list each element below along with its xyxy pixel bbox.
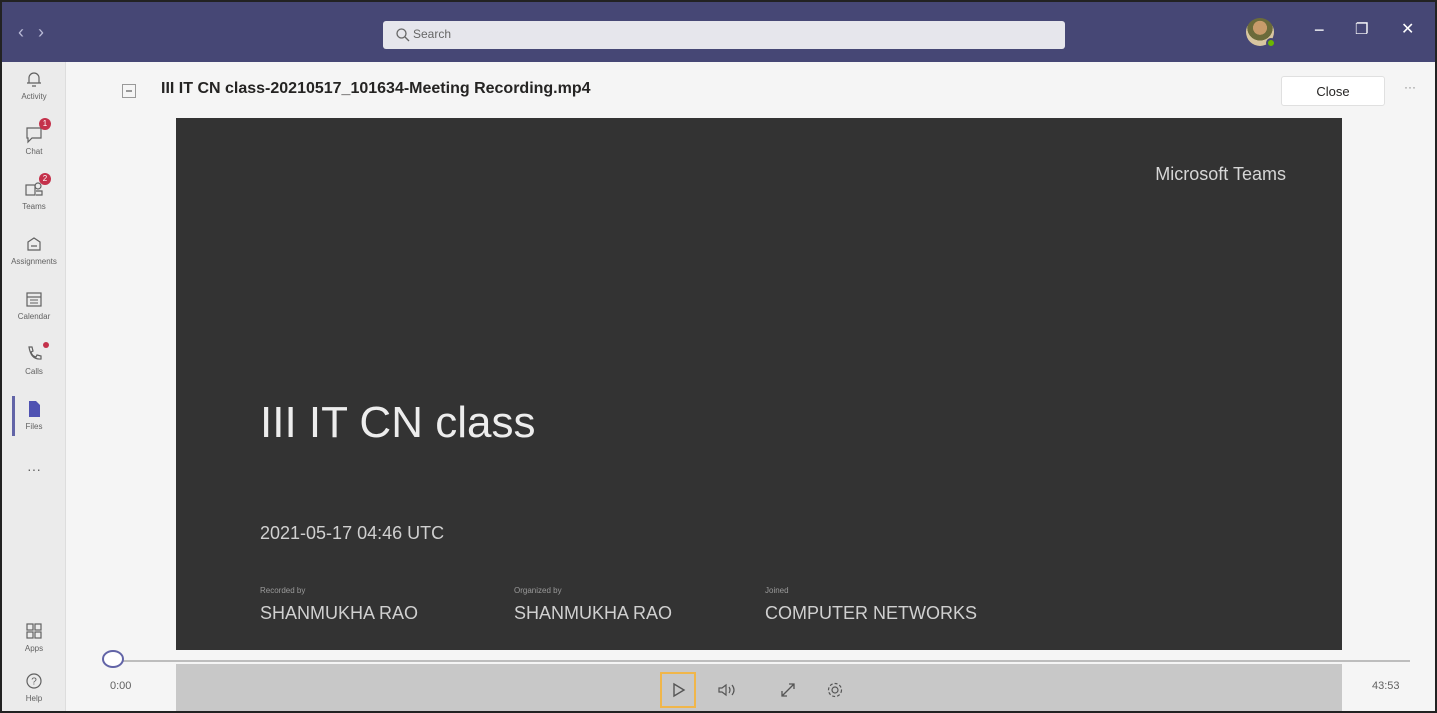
apps-icon xyxy=(26,623,42,639)
search-placeholder: Search xyxy=(413,27,452,41)
close-button[interactable]: Close xyxy=(1281,76,1385,106)
video-player[interactable]: Microsoft Teams III IT CN class 2021-05-… xyxy=(176,118,1342,650)
rail-item-calendar[interactable]: Calendar xyxy=(2,282,66,332)
meta-label: Recorded by xyxy=(260,586,306,595)
video-date: 2021-05-17 04:46 UTC xyxy=(260,523,445,543)
rail-label: Chat xyxy=(25,147,43,156)
rail-label: Calendar xyxy=(17,312,51,321)
more-icon: ··· xyxy=(27,461,41,477)
minimize-button[interactable]: − xyxy=(1314,20,1325,40)
rail-label: Apps xyxy=(24,644,44,653)
search-icon xyxy=(396,28,410,42)
fullscreen-button[interactable] xyxy=(770,672,806,708)
chat-icon: 1 xyxy=(23,118,51,145)
play-icon xyxy=(673,682,686,698)
gear-icon xyxy=(827,682,843,698)
rail-label: Help xyxy=(25,694,43,703)
rail-label: Calls xyxy=(25,367,43,376)
bell-icon xyxy=(27,72,41,87)
file-header: III IT CN class-20210517_101634-Meeting … xyxy=(66,62,1435,118)
calls-notification-dot xyxy=(43,342,49,348)
seek-handle[interactable] xyxy=(102,650,124,668)
total-time: 43:53 xyxy=(1372,680,1400,692)
video-title: III IT CN class xyxy=(260,398,536,447)
avatar[interactable] xyxy=(1246,18,1276,48)
assignments-icon xyxy=(27,237,41,251)
more-options-icon[interactable]: ··· xyxy=(1404,80,1416,94)
file-title: III IT CN class-20210517_101634-Meeting … xyxy=(161,80,591,97)
volume-button[interactable] xyxy=(709,672,745,708)
meta-value: SHANMUKHA RAO xyxy=(514,603,673,623)
chat-badge: 1 xyxy=(39,118,51,130)
back-arrow-icon[interactable]: ‹ xyxy=(18,22,24,42)
rail-item-help[interactable]: ? Help xyxy=(2,664,66,711)
rail-label: Teams xyxy=(22,202,46,211)
rail-item-assignments[interactable]: Assignments xyxy=(2,227,66,277)
file-icon xyxy=(29,401,40,417)
phone-icon xyxy=(23,342,49,365)
meta-value: SHANMUKHA RAO xyxy=(260,603,419,623)
forward-arrow-icon[interactable]: › xyxy=(38,22,44,42)
teams-window: ‹ › Search − ❐ ✕ Activity 1 Chat 2 Teams… xyxy=(0,0,1437,713)
brand-label: Microsoft Teams xyxy=(1155,164,1286,184)
meta-value: COMPUTER NETWORKS xyxy=(765,603,978,623)
rail-item-activity[interactable]: Activity xyxy=(2,62,66,112)
expand-icon xyxy=(781,683,795,697)
rail-item-teams[interactable]: 2 Teams xyxy=(2,172,66,222)
history-nav: ‹ › xyxy=(18,22,44,42)
seek-bar[interactable] xyxy=(110,660,1410,662)
rail-item-apps[interactable]: Apps xyxy=(2,614,66,664)
rail-item-calls[interactable]: Calls xyxy=(2,337,66,387)
play-button[interactable] xyxy=(660,672,696,708)
rail-label: Files xyxy=(25,422,43,431)
meta-label: Organized by xyxy=(514,586,562,595)
rail-item-more[interactable]: ··· xyxy=(2,457,66,507)
svg-text:?: ? xyxy=(31,677,37,688)
player-controls xyxy=(176,664,1342,711)
calendar-icon xyxy=(26,292,42,307)
volume-icon xyxy=(718,683,735,697)
rail-item-chat[interactable]: 1 Chat xyxy=(2,117,66,167)
meta-recorded-by: Recorded by SHANMUKHA RAO xyxy=(260,586,418,624)
settings-button[interactable] xyxy=(817,672,853,708)
help-icon: ? xyxy=(26,673,42,689)
presence-available-icon xyxy=(1266,38,1276,48)
current-time: 0:00 xyxy=(110,680,132,692)
teams-icon: 2 xyxy=(23,173,51,200)
search-input[interactable]: Search xyxy=(383,21,1065,49)
file-details-icon[interactable] xyxy=(122,84,136,98)
meta-joined: Joined COMPUTER NETWORKS xyxy=(765,586,977,624)
app-bar: Activity 1 Chat 2 Teams Assignments Cale… xyxy=(2,62,66,711)
rail-label: Activity xyxy=(21,92,47,101)
title-bar: ‹ › Search − ❐ ✕ xyxy=(2,2,1435,62)
rail-label: Assignments xyxy=(11,257,57,266)
meta-label: Joined xyxy=(765,586,789,595)
restore-button[interactable]: ❐ xyxy=(1355,20,1368,40)
close-window-button[interactable]: ✕ xyxy=(1401,20,1414,40)
rail-item-files[interactable]: Files xyxy=(2,392,66,442)
teams-badge: 2 xyxy=(39,173,51,185)
meta-organized-by: Organized by SHANMUKHA RAO xyxy=(514,586,672,624)
